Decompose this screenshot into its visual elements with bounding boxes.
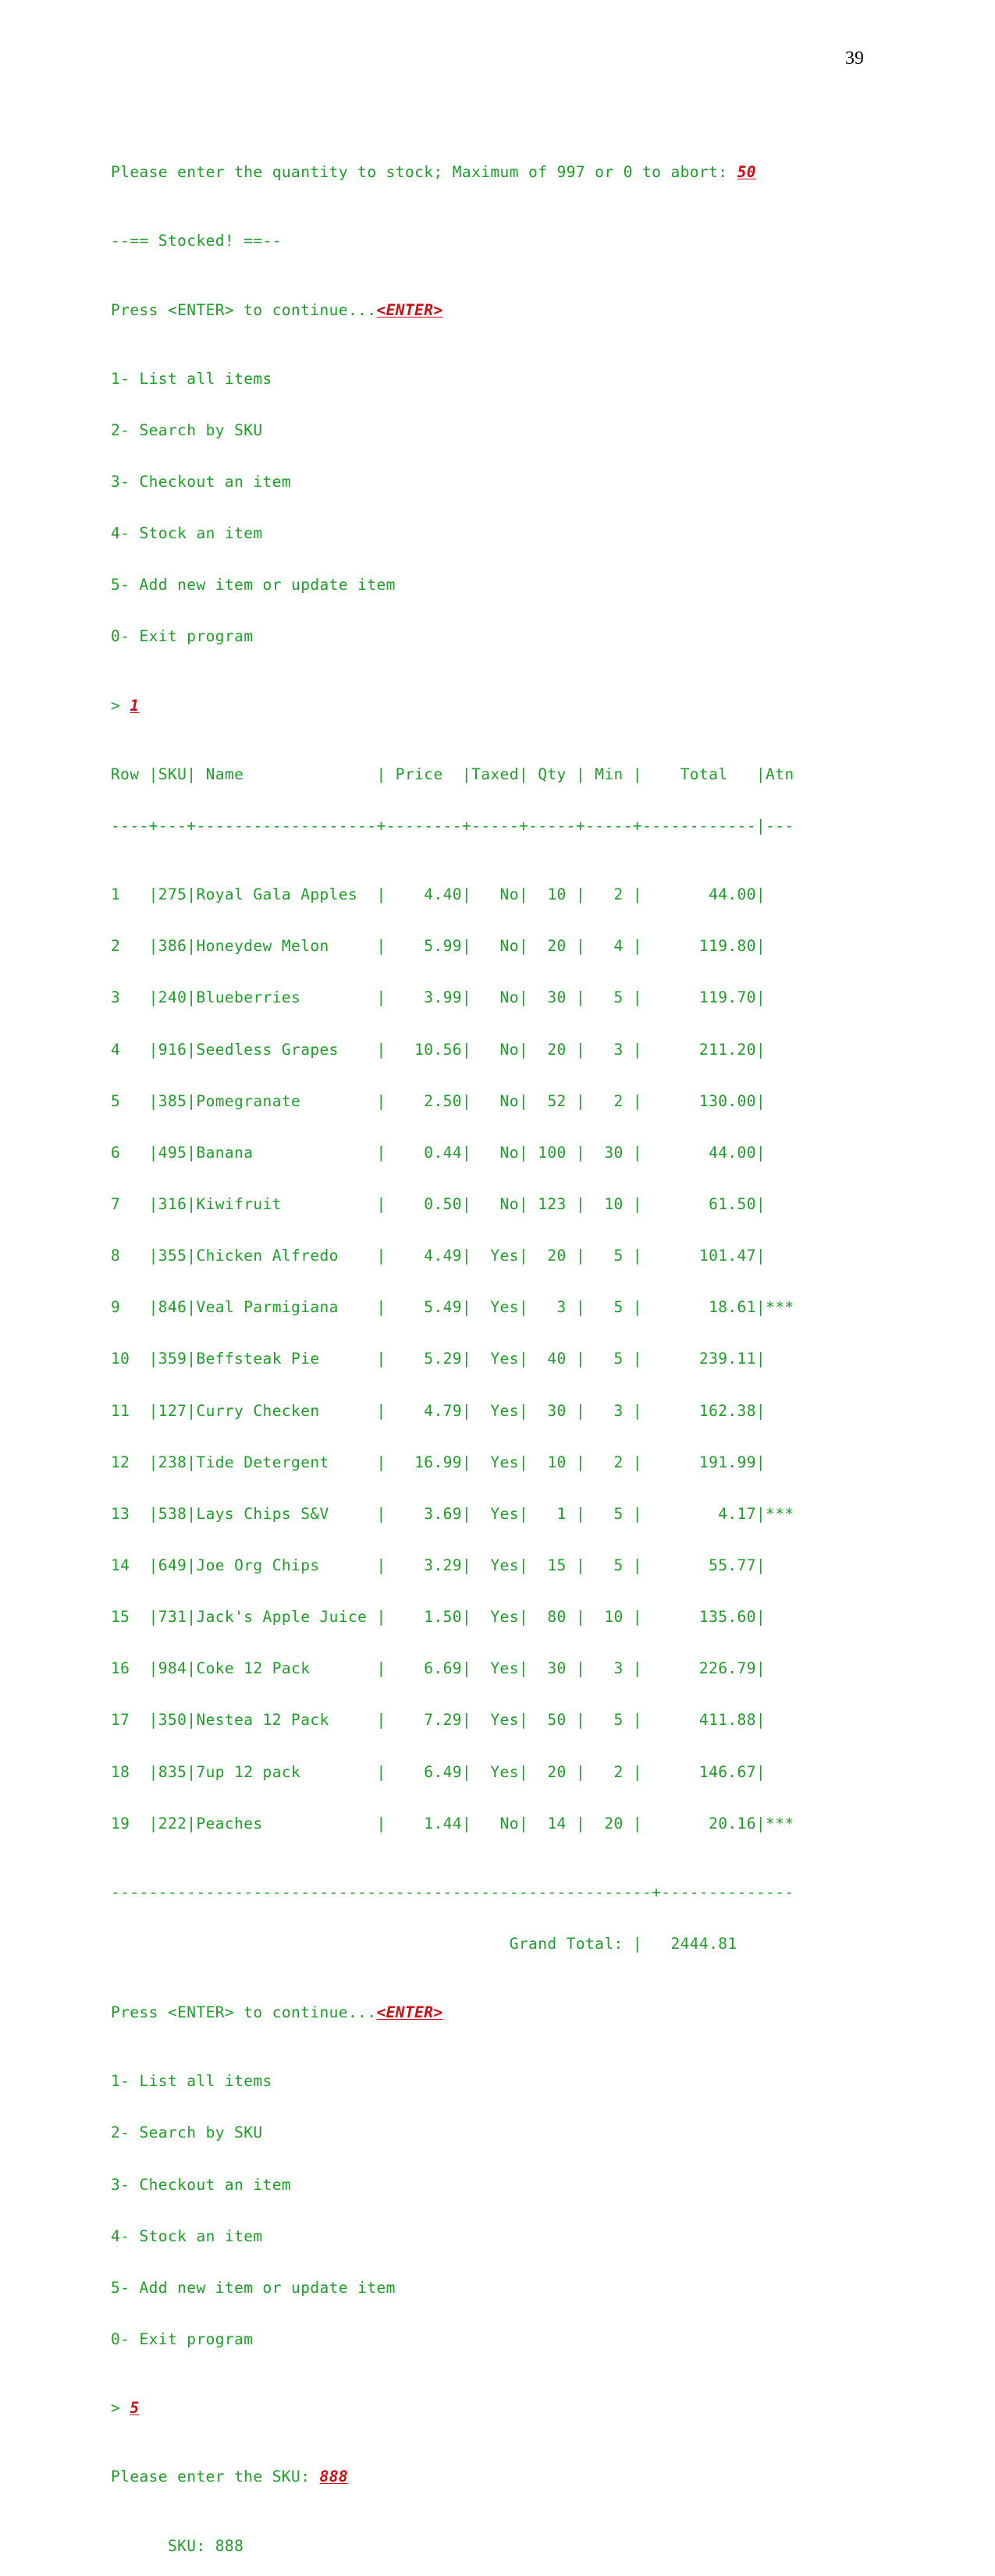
page-number: 39 — [845, 48, 864, 69]
table-row: 14 |649|Joe Org Chips | 3.29| Yes| 15 | … — [111, 1556, 766, 1574]
grand-total-line: Grand Total: | 2444.81 — [111, 1934, 737, 1953]
menu-choice-input-1[interactable]: 1 — [130, 697, 139, 715]
menu-prompt-line-1: > 1 — [111, 697, 891, 715]
menu-item-exit-1[interactable]: 0- Exit program — [111, 628, 891, 645]
table-row: 7 |316|Kiwifruit | 0.50| No| 123 | 10 | … — [111, 1194, 766, 1213]
table-row: 17 |350|Nestea 12 Pack | 7.29| Yes| 50 |… — [111, 1711, 766, 1730]
menu-item-stock-2[interactable]: 4- Stock an item — [111, 2227, 891, 2245]
field-sku-line: SKU: 888 — [111, 2536, 891, 2555]
table-row: 3 |240|Blueberries | 3.99| No| 30 | 5 | … — [111, 988, 766, 1007]
table-header-row: Row |SKU| Name | Price |Taxed| Qty | Min… — [111, 765, 794, 783]
table-footer-rule: ----------------------------------------… — [111, 1882, 794, 1901]
table-row: 18 |835|7up 12 pack | 6.49| Yes| 20 | 2 … — [111, 1762, 766, 1781]
stock-quantity-prompt-label: Please enter the quantity to stock; Maxi… — [111, 163, 737, 182]
menu-choice-input-2[interactable]: 5 — [130, 2399, 139, 2417]
press-enter-line-2: Press <ENTER> to continue...<ENTER> — [111, 2004, 891, 2021]
table-row: 6 |495|Banana | 0.44| No| 100 | 30 | 44.… — [111, 1143, 766, 1162]
menu-prompt-line-2: > 5 — [111, 2400, 891, 2417]
prompt-marker-1: > — [111, 696, 130, 715]
enter-key-input-1[interactable]: <ENTER> — [376, 301, 442, 319]
terminal-transcript: Please enter the quantity to stock; Maxi… — [111, 112, 891, 2576]
menu-item-search-sku-1[interactable]: 2- Search by SKU — [111, 421, 891, 439]
menu-item-list-all-1[interactable]: 1- List all items — [111, 370, 891, 388]
table-row: 11 |127|Curry Checken | 4.79| Yes| 30 | … — [111, 1401, 766, 1420]
sku-prompt-label: Please enter the SKU: — [111, 2468, 320, 2486]
stocked-banner: --== Stocked! ==-- — [111, 232, 282, 250]
menu-item-checkout-2[interactable]: 3- Checkout an item — [111, 2176, 891, 2194]
table-row: 2 |386|Honeydew Melon | 5.99| No| 20 | 4… — [111, 937, 766, 956]
sku-input[interactable]: 888 — [320, 2468, 348, 2486]
field-sku-value: 888 — [215, 2536, 244, 2555]
table-row: 1 |275|Royal Gala Apples | 4.40| No| 10 … — [111, 885, 766, 904]
menu-item-search-sku-2[interactable]: 2- Search by SKU — [111, 2124, 891, 2141]
table-row: 15 |731|Jack's Apple Juice | 1.50| Yes| … — [111, 1608, 766, 1627]
stock-quantity-prompt-line: Please enter the quantity to stock; Maxi… — [111, 164, 891, 181]
press-enter-label-1: Press <ENTER> to continue... — [111, 300, 377, 319]
menu-item-add-update-1[interactable]: 5- Add new item or update item — [111, 577, 891, 594]
table-row: 5 |385|Pomegranate | 2.50| No| 52 | 2 | … — [111, 1091, 766, 1110]
menu-item-list-all-2[interactable]: 1- List all items — [111, 2073, 891, 2090]
press-enter-label-2: Press <ENTER> to continue... — [111, 2003, 377, 2022]
menu-item-checkout-1[interactable]: 3- Checkout an item — [111, 473, 891, 491]
menu-item-stock-1[interactable]: 4- Stock an item — [111, 525, 891, 542]
prompt-marker-2: > — [111, 2399, 130, 2418]
table-row: 13 |538|Lays Chips S&V | 3.69| Yes| 1 | … — [111, 1504, 794, 1523]
table-row: 12 |238|Tide Detergent | 16.99| Yes| 10 … — [111, 1453, 766, 1471]
press-enter-line-1: Press <ENTER> to continue...<ENTER> — [111, 300, 891, 319]
menu-item-exit-2[interactable]: 0- Exit program — [111, 2330, 891, 2348]
table-header-divider: ----+---+-------------------+--------+--… — [111, 816, 794, 835]
sku-prompt-line: Please enter the SKU: 888 — [111, 2468, 891, 2486]
field-sku-label: SKU: — [111, 2536, 215, 2555]
stock-quantity-input[interactable]: 50 — [737, 163, 756, 181]
table-row: 19 |222|Peaches | 1.44| No| 14 | 20 | 20… — [111, 1814, 794, 1833]
table-row: 16 |984|Coke 12 Pack | 6.69| Yes| 30 | 3… — [111, 1659, 766, 1678]
menu-item-add-update-2[interactable]: 5- Add new item or update item — [111, 2279, 891, 2297]
table-row: 4 |916|Seedless Grapes | 10.56| No| 20 |… — [111, 1040, 766, 1059]
table-row: 9 |846|Veal Parmigiana | 5.49| Yes| 3 | … — [111, 1298, 794, 1317]
table-row: 10 |359|Beffsteak Pie | 5.29| Yes| 40 | … — [111, 1350, 766, 1368]
table-row: 8 |355|Chicken Alfredo | 4.49| Yes| 20 |… — [111, 1247, 766, 1265]
enter-key-input-2[interactable]: <ENTER> — [376, 2003, 442, 2021]
